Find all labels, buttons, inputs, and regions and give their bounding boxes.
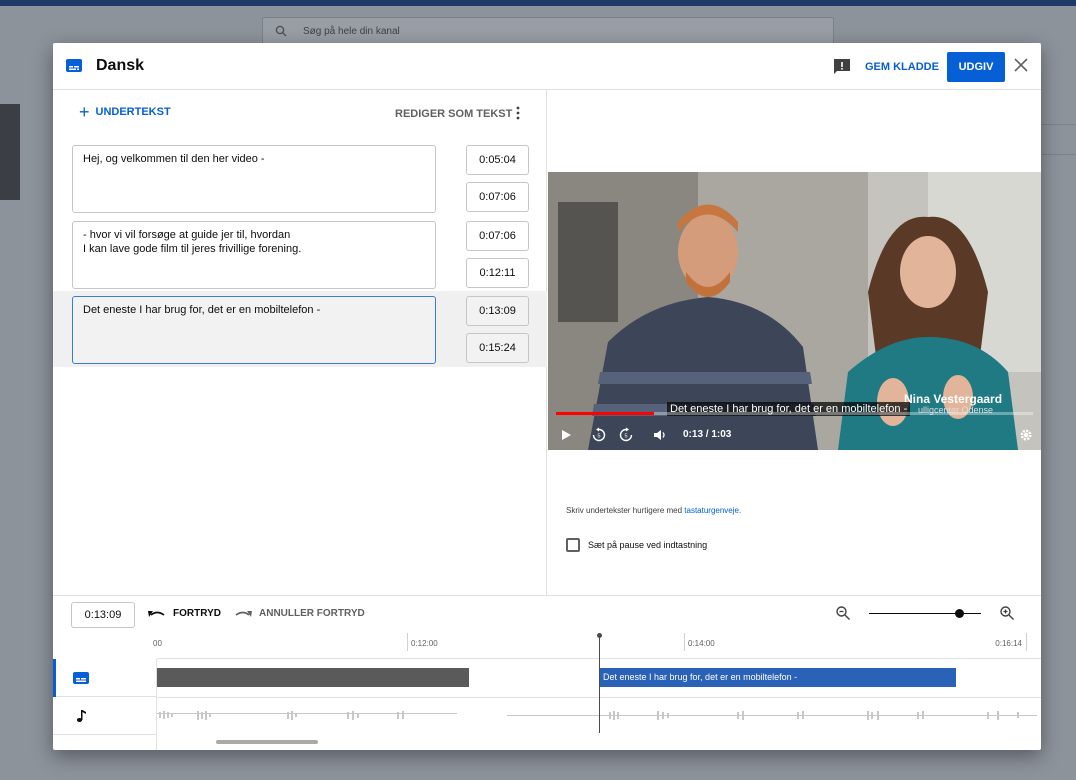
subtitle-track-label <box>53 659 157 697</box>
undo-button[interactable]: FORTRYD <box>147 608 221 619</box>
subtitle-segment-active[interactable]: Det eneste I har brug for, det er en mob… <box>599 668 956 687</box>
feedback-icon[interactable] <box>833 58 851 75</box>
svg-text:5: 5 <box>597 434 600 440</box>
svg-text:5: 5 <box>624 434 627 440</box>
timeline-scrollbar[interactable] <box>216 740 318 744</box>
track-active-indicator <box>53 659 56 697</box>
subtitles-icon <box>66 59 82 72</box>
timeline-row-labels <box>53 659 157 750</box>
zoom-slider[interactable] <box>869 609 981 618</box>
pause-while-typing-option[interactable]: Sæt på pause ved indtastning <box>566 538 707 552</box>
publish-button[interactable]: UDGIV <box>947 52 1005 82</box>
zoom-slider-knob[interactable] <box>954 609 964 618</box>
cue-end-time[interactable]: 0:15:24 <box>466 333 529 363</box>
video-name-overlay: Nina Vestergaard <box>904 392 1003 406</box>
rewind-5-icon[interactable]: 5 <box>591 427 607 443</box>
hint-text: Skriv undertekster hurtigere med <box>566 506 685 515</box>
cue-end-time[interactable]: 0:07:06 <box>466 182 529 212</box>
ruler-label: 0:14:00 <box>684 633 984 651</box>
ruler-label: 0:12:00 <box>407 633 691 651</box>
add-subtitle-button[interactable]: + UNDERTEKST <box>79 102 171 122</box>
video-player[interactable]: Nina Vestergaard ulligcenter Odense Det … <box>548 172 1041 450</box>
shortcut-hint: Skriv undertekster hurtigere med tastatu… <box>566 506 741 515</box>
video-preview-panel: Nina Vestergaard ulligcenter Odense Det … <box>548 90 1041 595</box>
video-progress-bar[interactable] <box>556 412 1033 415</box>
close-icon[interactable] <box>1011 55 1031 75</box>
plus-icon: + <box>79 102 90 122</box>
cue-editor-panel: + UNDERTEKST REDIGER SOM TEKST Hej, og v… <box>53 90 547 595</box>
timeline-toolbar: 0:13:09 FORTRYD ANNULLER FORTRYD <box>53 595 1041 631</box>
subtitle-segment[interactable] <box>157 668 469 687</box>
pause-label: Sæt på pause ved indtastning <box>588 540 708 550</box>
dialog-header: Dansk GEM KLADDE UDGIV <box>53 43 1041 90</box>
cue-text-line: I kan lave gode film til jeres frivillig… <box>83 243 302 255</box>
redo-icon <box>235 610 252 617</box>
pause-checkbox[interactable] <box>566 538 580 552</box>
edit-as-text-button[interactable]: REDIGER SOM TEKST <box>395 108 512 120</box>
background-divider <box>1042 154 1076 155</box>
timeline-tracks[interactable]: Det eneste I har brug for, det er en mob… <box>157 633 1041 735</box>
video-time-display: 0:13 / 1:03 <box>683 429 732 440</box>
audio-track-label <box>53 697 157 735</box>
hint-suffix: . <box>738 506 742 515</box>
more-options-icon[interactable] <box>513 105 523 121</box>
cue-start-time[interactable]: 0:07:06 <box>466 221 529 251</box>
forward-5-icon[interactable]: 5 <box>618 427 634 443</box>
timeline-current-time[interactable]: 0:13:09 <box>71 602 135 628</box>
subtitles-icon <box>73 672 89 684</box>
add-subtitle-label: UNDERTEKST <box>95 106 171 118</box>
cue-start-time[interactable]: 0:05:04 <box>466 145 529 175</box>
cue-row: Hej, og velkommen til den her video - 0:… <box>53 140 547 216</box>
volume-icon[interactable] <box>652 427 668 443</box>
cue-text-line: - hvor vi vil forsøge at guide jer til, … <box>83 229 291 241</box>
search-placeholder: Søg på hele din kanal <box>303 25 400 37</box>
music-note-icon <box>76 710 86 722</box>
redo-button[interactable]: ANNULLER FORTRYD <box>233 608 365 619</box>
cue-text-line: Det eneste I har brug for, det er en mob… <box>83 304 321 316</box>
zoom-out-icon[interactable] <box>835 605 851 621</box>
play-icon[interactable] <box>558 427 574 443</box>
dialog-title: Dansk <box>96 57 145 74</box>
cue-start-time[interactable]: 0:13:09 <box>466 296 529 326</box>
playhead-handle[interactable] <box>597 633 602 638</box>
ruler-label: 00 <box>153 639 162 648</box>
video-controls: 5 5 0:13 / 1:03 <box>548 420 1041 450</box>
background-search-box: Søg på hele din kanal <box>262 17 834 45</box>
background-divider <box>1042 124 1076 125</box>
ruler-label: 0:16:14 <box>977 633 1027 651</box>
cue-row: - hvor vi vil forsøge at guide jer til, … <box>53 216 547 292</box>
background-thumbnail <box>0 104 20 200</box>
cue-row-active: Det eneste I har brug for, det er en mob… <box>53 291 547 367</box>
cue-end-time[interactable]: 0:12:11 <box>466 258 529 288</box>
timeline-playhead[interactable] <box>597 633 602 733</box>
save-draft-button[interactable]: GEM KLADDE <box>859 55 945 79</box>
search-icon <box>275 25 287 37</box>
cue-text-field[interactable]: Det eneste I har brug for, det er en mob… <box>72 296 436 364</box>
undo-label: FORTRYD <box>173 608 221 619</box>
settings-gear-icon[interactable] <box>1018 427 1034 443</box>
cue-text-field[interactable]: Hej, og velkommen til den her video - <box>72 145 436 213</box>
redo-label: ANNULLER FORTRYD <box>259 608 365 619</box>
zoom-in-icon[interactable] <box>999 605 1015 621</box>
undo-icon <box>148 610 165 617</box>
shortcuts-link[interactable]: tastaturgenveje <box>684 506 739 515</box>
subtitle-editor-dialog: Dansk GEM KLADDE UDGIV + UNDERTEKST REDI… <box>53 43 1041 750</box>
cue-text-line: Hej, og velkommen til den her video - <box>83 153 265 165</box>
cue-text-field[interactable]: - hvor vi vil forsøge at guide jer til, … <box>72 221 436 289</box>
video-progress-fill <box>556 412 655 415</box>
